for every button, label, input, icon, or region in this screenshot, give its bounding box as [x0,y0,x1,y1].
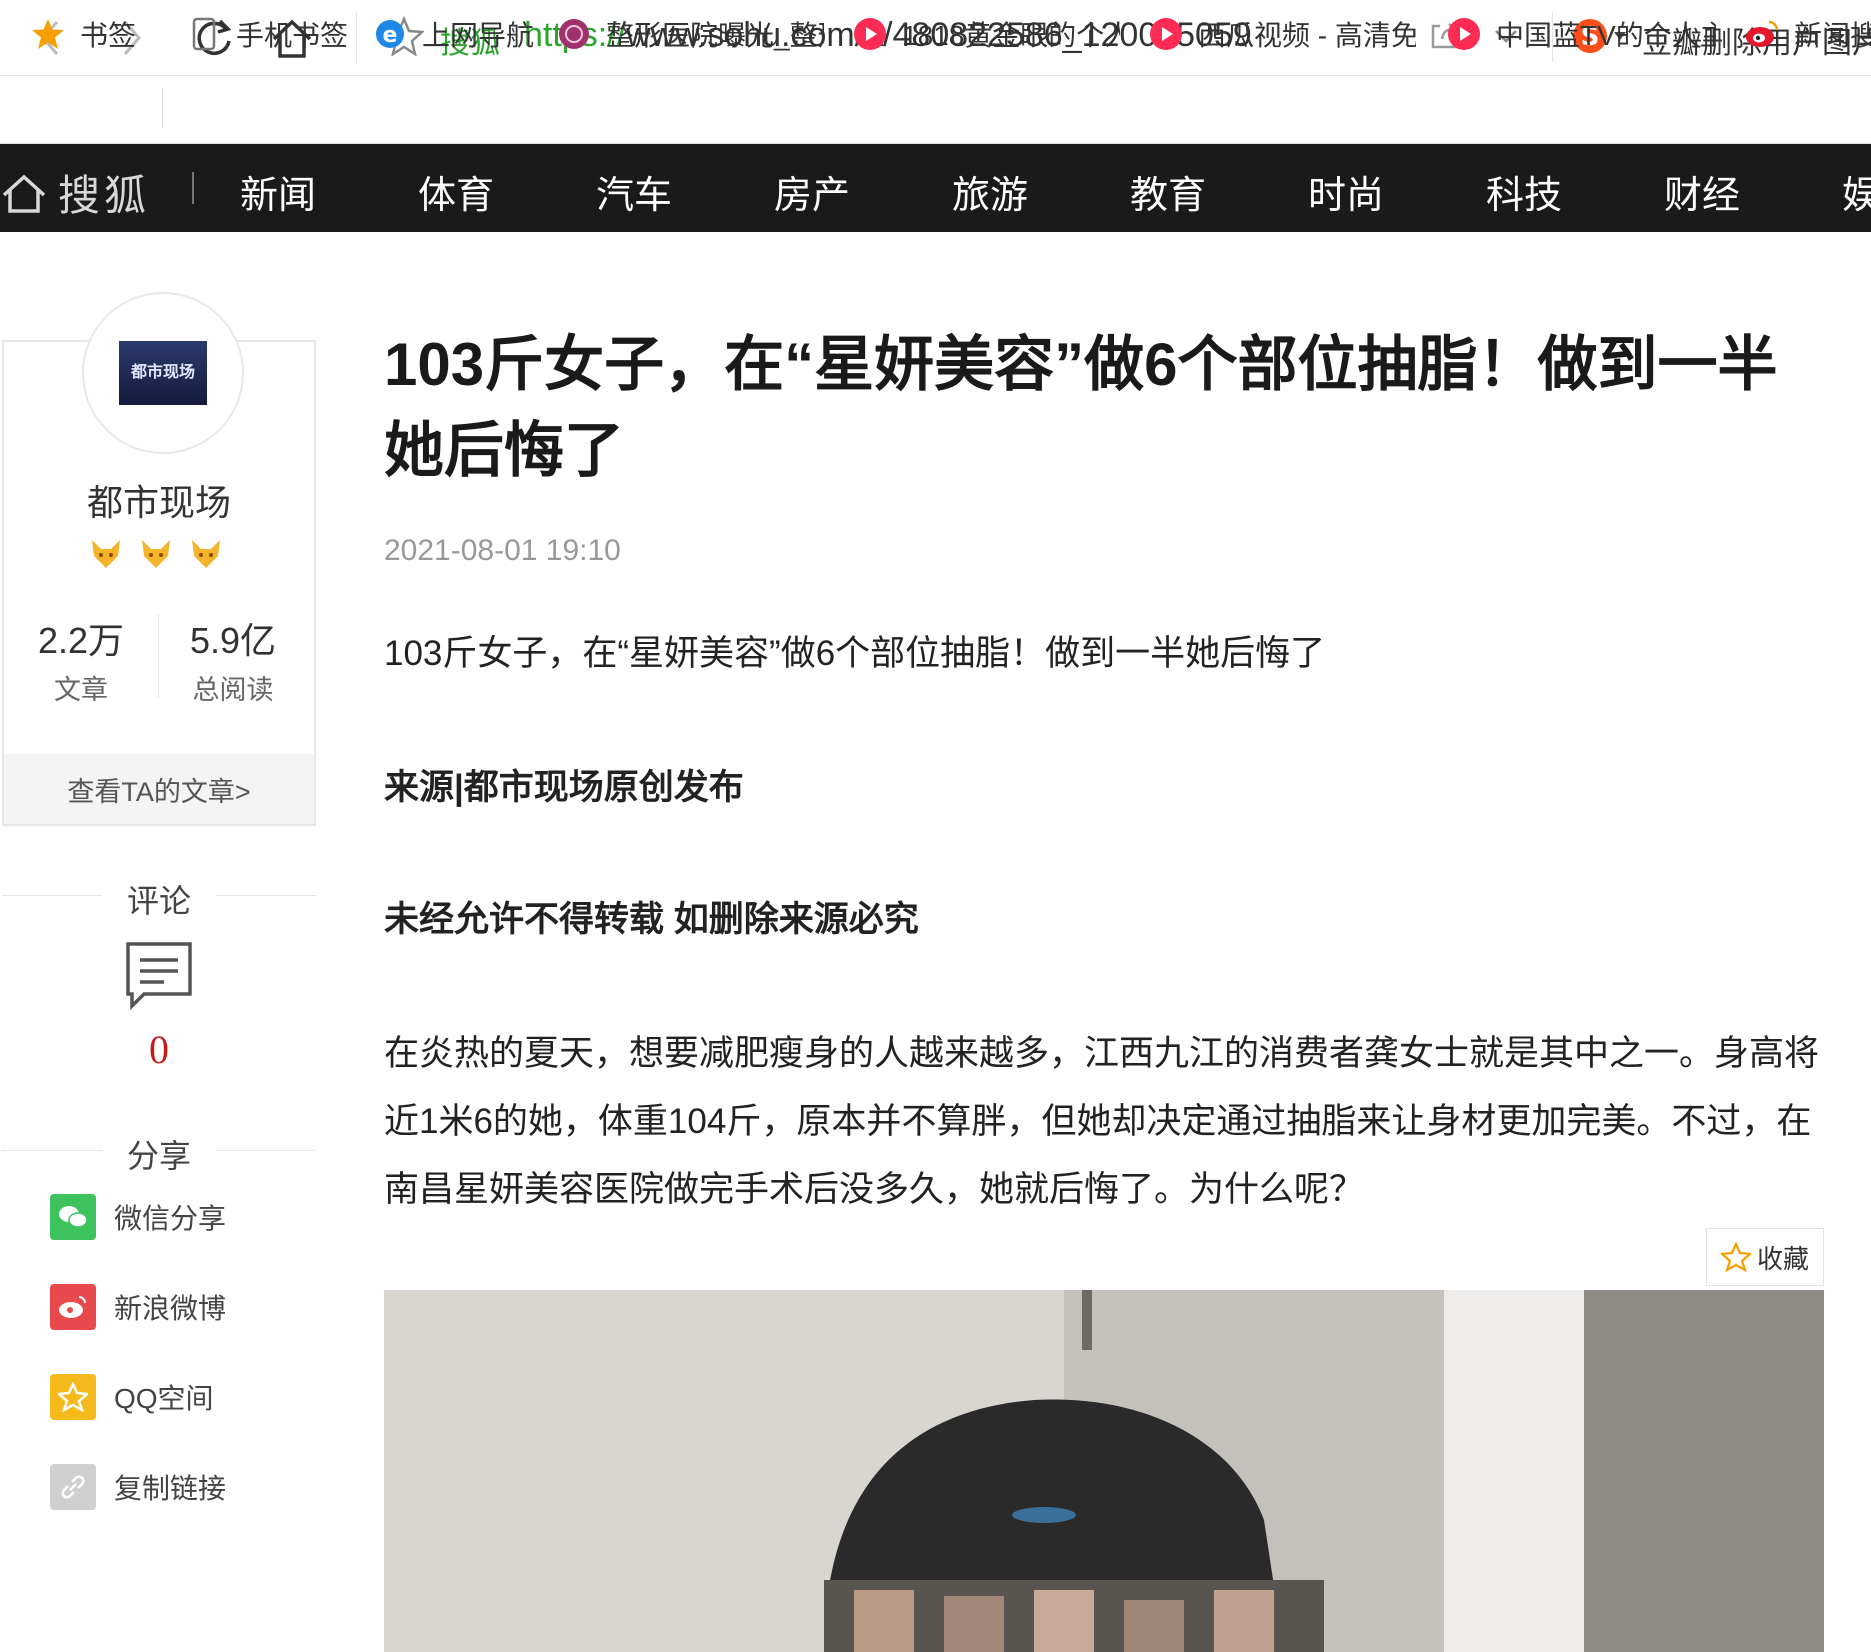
nav-item-entertainment[interactable]: 娱 [1842,164,1871,219]
logo-text: 搜狐 [58,171,151,220]
author-badges [88,536,224,572]
share-label: 微信分享 [114,1203,227,1234]
stat-value: 2.2万 [37,620,125,661]
star-icon [30,16,66,52]
collect-button[interactable]: 收藏 [1706,1228,1824,1286]
svg-text:e: e [383,23,398,48]
copy-link-button[interactable]: 复制链接 [50,1464,226,1510]
divider [192,172,194,204]
site-nav-bar: 搜狐 新闻 体育 汽车 房产 旅游 教育 时尚 科技 财经 娱 [0,144,1871,232]
bookmark-label: 书签 [80,20,137,51]
nav-item-house[interactable]: 房产 [774,164,850,219]
article-intro: 103斤女子，在“星妍美容”做6个部位抽脂！做到一半她后悔了 [384,634,1326,673]
phone-icon [186,16,222,52]
nav-item-auto[interactable]: 汽车 [596,164,672,219]
ie-icon: e [372,16,408,52]
share-label: 新浪微博 [114,1293,227,1324]
bookmark-item-cztv[interactable]: 中国蓝TV的个人主 [1446,14,1716,54]
nav-item-travel[interactable]: 旅游 [952,164,1028,219]
bookmark-label: 整形医院曝光_整形 [606,20,824,51]
stat-articles: 2.2万 文章 [6,612,156,707]
bookmark-item-nav[interactable]: e 上网导航 [372,14,542,54]
bookmark-label: 中国蓝TV的个人主 [1496,20,1716,51]
nav-item-sports[interactable]: 体育 [418,164,494,219]
share-weibo-button[interactable]: 新浪微博 [50,1284,226,1330]
avatar[interactable]: 都市现场 [82,292,244,454]
article-source: 来源|都市现场原创发布 [384,768,744,807]
share-label: 复制链接 [114,1473,227,1504]
qzone-star-icon [50,1374,96,1420]
weibo-icon [1744,16,1780,52]
stat-label: 文章 [54,675,108,705]
weibo-icon [50,1284,96,1330]
article-photo [384,1290,1824,1652]
comment-button[interactable] [124,940,194,1015]
share-qzone-button[interactable]: QQ空间 [50,1374,214,1420]
hospital-icon [556,16,592,52]
divider [356,12,357,62]
stat-reads: 5.9亿 总阅读 [158,612,308,707]
video-icon [852,16,888,52]
stat-value: 5.9亿 [189,620,277,661]
photo-person-in-cap [384,1290,1824,1652]
bookmark-item-1818[interactable]: 1818黄金眼的个人 [852,14,1120,54]
share-label: QQ空间 [114,1383,214,1414]
share-wechat-button[interactable]: 微信分享 [50,1194,226,1240]
bookmark-item-xigua[interactable]: 西瓜视频 - 高清免 [1148,14,1416,54]
wechat-icon [50,1194,96,1240]
article-timestamp: 2021-08-01 19:10 [384,534,621,567]
article-body-paragraph: 在炎热的夏天，想要减肥瘦身的人越来越多，江西九江的消费者龚女士就是其中之一。身高… [384,1034,1820,1209]
bookmark-label: 新闻搜 [1794,20,1871,51]
nav-item-fashion[interactable]: 时尚 [1308,164,1384,219]
fox-badge-icon [92,540,120,568]
comment-icon [126,942,192,1011]
star-outline-icon [1720,1242,1751,1272]
bookmark-item-hospital[interactable]: 整形医院曝光_整形 [556,14,824,54]
bookmark-label: 上网导航 [422,20,535,51]
nav-item-education[interactable]: 教育 [1130,164,1206,219]
bookmark-item-news-search[interactable]: 新闻搜 [1744,14,1871,54]
video-icon [1148,16,1184,52]
nav-item-finance[interactable]: 财经 [1664,164,1740,219]
bookmark-item-mobile[interactable]: 手机书签 [186,14,356,54]
fox-badge-icon [142,540,170,568]
comments-title: 评论 [126,883,191,919]
link-icon [50,1464,96,1510]
home-icon [2,174,46,213]
video-icon [1446,16,1482,52]
article-title: 103斤女子，在“星妍美容”做6个部位抽脂！做到一半她后悔了 [384,331,1778,484]
article-notice: 未经允许不得转载 如删除来源必究 [384,900,919,939]
nav-item-tech[interactable]: 科技 [1486,164,1562,219]
collect-label: 收藏 [1756,1243,1809,1274]
view-author-articles-link[interactable]: 查看TA的文章> [4,754,314,824]
sohu-logo[interactable]: 搜狐 [0,162,150,223]
stat-label: 总阅读 [192,675,274,705]
bookmarks-bar [0,76,1871,144]
bookmark-label: 手机书签 [236,20,349,51]
bookmark-label: 西瓜视频 - 高清免 [1198,20,1416,51]
bookmark-item-bookmarks[interactable]: 书签 [30,14,150,54]
divider [162,88,163,128]
nav-item-news[interactable]: 新闻 [240,164,316,219]
fox-badge-icon [192,540,220,568]
bookmark-label: 1818黄金眼的个人 [902,20,1120,51]
author-name[interactable]: 都市现场 [0,474,318,526]
comment-count: 0 [149,1027,169,1072]
share-title: 分享 [126,1138,191,1174]
avatar-image: 都市现场 [119,341,207,405]
